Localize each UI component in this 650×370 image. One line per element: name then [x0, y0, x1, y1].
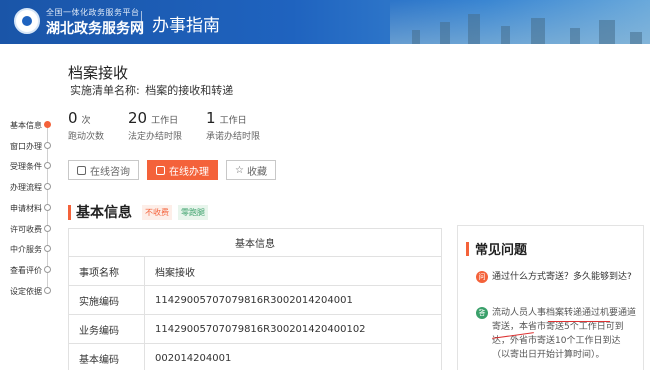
answer-icon: 答 [476, 307, 488, 319]
implementation-name-label: 实施清单名称: [70, 84, 140, 97]
skyline-building [468, 14, 480, 44]
favorite-label: 收藏 [246, 166, 267, 178]
table-row: 事项名称 档案接收 [68, 256, 442, 286]
table-row: 实施编码 11429005707079816R3002014204001 [68, 285, 442, 315]
skyline-building [630, 32, 642, 44]
nav-dot[interactable] [44, 266, 51, 273]
online-consult-label: 在线咨询 [90, 166, 130, 178]
action-bar: 在线咨询 在线办理 ☆ 收藏 [68, 160, 284, 180]
nav-dot[interactable] [44, 162, 51, 169]
nav-dot[interactable] [44, 225, 51, 232]
basic-info-table: 基本信息 事项名称 档案接收 实施编码 11429005707079816R30… [68, 228, 442, 370]
sidebar-item-conditions[interactable]: 受理条件 [10, 161, 42, 172]
skyline-building [599, 20, 615, 44]
table-key: 业务编码 [68, 314, 145, 344]
sidebar-item-materials[interactable]: 申请材料 [10, 203, 42, 214]
table-caption-row: 基本信息 [68, 228, 442, 257]
site-header: 全国一体化政务服务平台 湖北政务服务网 办事指南 [0, 0, 650, 44]
service-stats: 0次 跑动次数 20 工作日 法定办结时限 1 工作日 承诺办结时限 [68, 108, 284, 142]
zero-visit-badge: 零跑腿 [178, 204, 208, 220]
question-icon: 问 [476, 271, 488, 283]
skyline-building [440, 22, 450, 44]
stat-label: 承诺办结时限 [206, 132, 261, 142]
table-key: 事项名称 [68, 256, 145, 286]
implementation-name-value: 档案的接收和转递 [145, 84, 234, 97]
skyline-building [570, 28, 580, 44]
online-consult-button[interactable]: 在线咨询 [68, 160, 139, 180]
stat-label: 法定办结时限 [128, 132, 183, 142]
brand-subtitle: 全国一体化政务服务平台 [46, 8, 140, 17]
table-caption: 基本信息 [68, 228, 442, 257]
table-value: 002014204001 [144, 343, 442, 370]
nav-dot[interactable] [44, 204, 51, 211]
skyline-building [501, 26, 510, 44]
table-key: 基本编码 [68, 343, 145, 370]
stat-unit: 工作日 [219, 116, 247, 126]
implementation-name: 实施清单名称: 档案的接收和转递 [68, 82, 233, 98]
service-title: 档案接收 [68, 64, 129, 82]
nav-dot-active[interactable] [44, 121, 51, 128]
faq-answer: 答 流动人员人事档案转递通过机要通道寄送，本省市寄送5个工作日可到达，外省市寄送… [476, 306, 636, 362]
online-apply-button[interactable]: 在线办理 [147, 160, 218, 180]
header-divider [141, 11, 142, 33]
stat-unit: 工作日 [151, 116, 179, 126]
faq-title: 常见问题 [475, 243, 528, 258]
faq-accent-bar [466, 241, 469, 256]
document-icon [156, 165, 165, 175]
chat-icon [77, 165, 86, 175]
table-value: 11429005707079816R300201420400102 [144, 314, 442, 344]
sidebar-item-window[interactable]: 窗口办理 [10, 141, 42, 152]
table-value: 11429005707079816R3002014204001 [144, 285, 442, 315]
stat-visits: 0次 跑动次数 [68, 108, 104, 142]
stat-label: 跑动次数 [68, 132, 105, 142]
basic-info-section-header: 基本信息 不收费 零跑腿 [68, 202, 214, 222]
table-key: 实施编码 [68, 285, 145, 315]
stat-legal-deadline: 20 工作日 法定办结时限 [128, 108, 182, 142]
nav-dot[interactable] [44, 245, 51, 252]
nav-dot[interactable] [44, 142, 51, 149]
sidebar-item-basic-info[interactable]: 基本信息 [10, 120, 42, 131]
favorite-button[interactable]: ☆ 收藏 [226, 160, 276, 180]
handwritten-underline [548, 321, 610, 322]
nav-dot[interactable] [44, 287, 51, 294]
faq-question-text: 通过什么方式寄送？多久能够到达? [492, 272, 632, 282]
header-page-title: 办事指南 [152, 16, 220, 36]
stat-number: 0 [68, 109, 78, 127]
sidebar-item-process[interactable]: 办理流程 [10, 182, 42, 193]
skyline-building [412, 30, 420, 44]
section-title: 基本信息 [76, 205, 132, 221]
nav-dot[interactable] [44, 183, 51, 190]
stat-promised-deadline: 1 工作日 承诺办结时限 [206, 108, 260, 142]
section-accent-bar [68, 204, 71, 220]
brand-name[interactable]: 湖北政务服务网 [46, 18, 144, 38]
faq-header: 常见问题 [466, 239, 527, 258]
sidebar-item-basis[interactable]: 设定依据 [10, 286, 42, 297]
sidebar-item-agency[interactable]: 中介服务 [10, 244, 42, 255]
table-value: 档案接收 [144, 256, 442, 286]
no-fee-badge: 不收费 [142, 204, 172, 220]
table-row: 业务编码 11429005707079816R300201420400102 [68, 314, 442, 344]
stat-number: 1 [206, 109, 216, 127]
table-row: 基本编码 002014204001 [68, 343, 442, 370]
sidebar-item-reviews[interactable]: 查看评价 [10, 265, 42, 276]
portal-logo-icon[interactable] [14, 8, 40, 34]
star-icon: ☆ [235, 164, 244, 176]
faq-panel: 常见问题 问 通过什么方式寄送？多久能够到达? 答 流动人员人事档案转递通过机要… [457, 225, 644, 370]
sidebar-item-fees[interactable]: 许可收费 [10, 224, 42, 235]
stat-unit: 次 [81, 116, 91, 126]
skyline-building [531, 18, 545, 44]
stat-number: 20 [128, 109, 148, 127]
online-apply-label: 在线办理 [169, 166, 209, 178]
faq-question[interactable]: 问 通过什么方式寄送？多久能够到达? [476, 270, 636, 284]
